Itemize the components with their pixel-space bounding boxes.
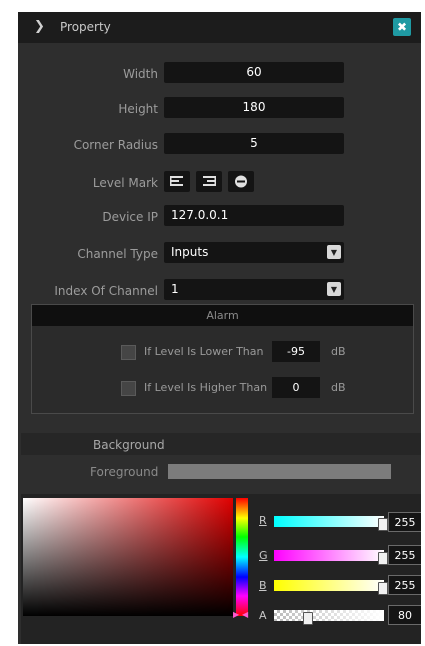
green-channel-slider[interactable] — [274, 550, 384, 561]
width-field[interactable]: 60 — [164, 62, 344, 83]
alpha-channel-value[interactable]: 80 — [388, 605, 421, 625]
level-mark-none-button[interactable] — [228, 171, 254, 192]
blue-channel-label: B — [259, 579, 267, 592]
green-channel-value[interactable]: 255 — [388, 545, 421, 565]
alarm-title: Alarm — [32, 305, 413, 326]
index-of-channel-select[interactable]: 1 ▼ — [164, 279, 344, 300]
property-panel: ❯ Property ✖ Width 60 Height 180 Corner … — [18, 12, 421, 644]
red-channel-label: R — [259, 514, 267, 527]
device-ip-label: Device IP — [102, 210, 158, 224]
higher-alarm-checkbox[interactable] — [121, 381, 136, 396]
corner-radius-field[interactable]: 5 — [164, 133, 344, 154]
higher-alarm-unit: dB — [331, 381, 346, 394]
level-mark-right-button[interactable] — [196, 171, 222, 192]
minus-circle-icon — [235, 175, 247, 188]
saturation-value-area[interactable] — [23, 498, 233, 616]
width-label: Width — [123, 67, 158, 81]
blue-channel-slider[interactable] — [274, 580, 384, 591]
color-picker: ▶ ◀ R 255 G 255 B 255 A 80 — [21, 494, 421, 644]
panel-header[interactable]: ❯ Property ✖ — [18, 12, 421, 43]
index-of-channel-value: 1 — [171, 282, 179, 296]
chevron-right-icon[interactable]: ❯ — [34, 19, 45, 34]
alarm-group: Alarm If Level Is Lower Than -95 dB If L… — [31, 304, 414, 414]
alpha-channel-label: A — [259, 609, 267, 622]
level-mark-label: Level Mark — [92, 176, 158, 190]
blue-channel-thumb[interactable] — [378, 582, 388, 595]
lower-alarm-unit: dB — [331, 345, 346, 358]
height-field[interactable]: 180 — [164, 97, 344, 118]
blue-channel-value[interactable]: 255 — [388, 575, 421, 595]
index-of-channel-label: Index Of Channel — [54, 284, 158, 298]
hue-marker-left-icon[interactable]: ▶ — [233, 610, 239, 619]
channel-type-value: Inputs — [171, 245, 209, 259]
foreground-color-swatch[interactable] — [168, 464, 391, 479]
lower-alarm-value[interactable]: -95 — [272, 341, 320, 362]
hue-slider[interactable] — [236, 498, 248, 616]
green-channel-label: G — [259, 549, 268, 562]
red-channel-thumb[interactable] — [378, 518, 388, 531]
red-channel-value[interactable]: 255 — [388, 512, 421, 532]
foreground-label: Foreground — [90, 465, 159, 479]
red-channel-slider[interactable] — [274, 516, 384, 527]
alpha-channel-slider[interactable] — [274, 610, 384, 621]
chevron-down-icon[interactable]: ▼ — [327, 282, 341, 296]
alpha-channel-thumb[interactable] — [303, 612, 313, 625]
panel-title: Property — [60, 20, 111, 34]
hue-marker-right-icon[interactable]: ◀ — [242, 610, 248, 619]
device-ip-field[interactable]: 127.0.0.1 — [164, 205, 344, 226]
height-label: Height — [118, 102, 158, 116]
corner-radius-label: Corner Radius — [73, 138, 158, 152]
chevron-down-icon[interactable]: ▼ — [327, 245, 341, 259]
align-left-icon — [170, 176, 183, 186]
green-channel-thumb[interactable] — [378, 552, 388, 565]
channel-type-label: Channel Type — [77, 247, 158, 261]
align-right-icon — [203, 176, 216, 186]
channel-type-select[interactable]: Inputs ▼ — [164, 242, 344, 263]
background-title: Background — [93, 438, 165, 452]
lower-alarm-checkbox[interactable] — [121, 345, 136, 360]
lower-alarm-label: If Level Is Lower Than — [144, 345, 264, 358]
higher-alarm-value[interactable]: 0 — [272, 377, 320, 398]
background-section-header[interactable]: Background — [21, 433, 421, 455]
pin-icon[interactable]: ✖ — [393, 18, 411, 36]
level-mark-left-button[interactable] — [164, 171, 190, 192]
higher-alarm-label: If Level Is Higher Than — [144, 381, 268, 394]
